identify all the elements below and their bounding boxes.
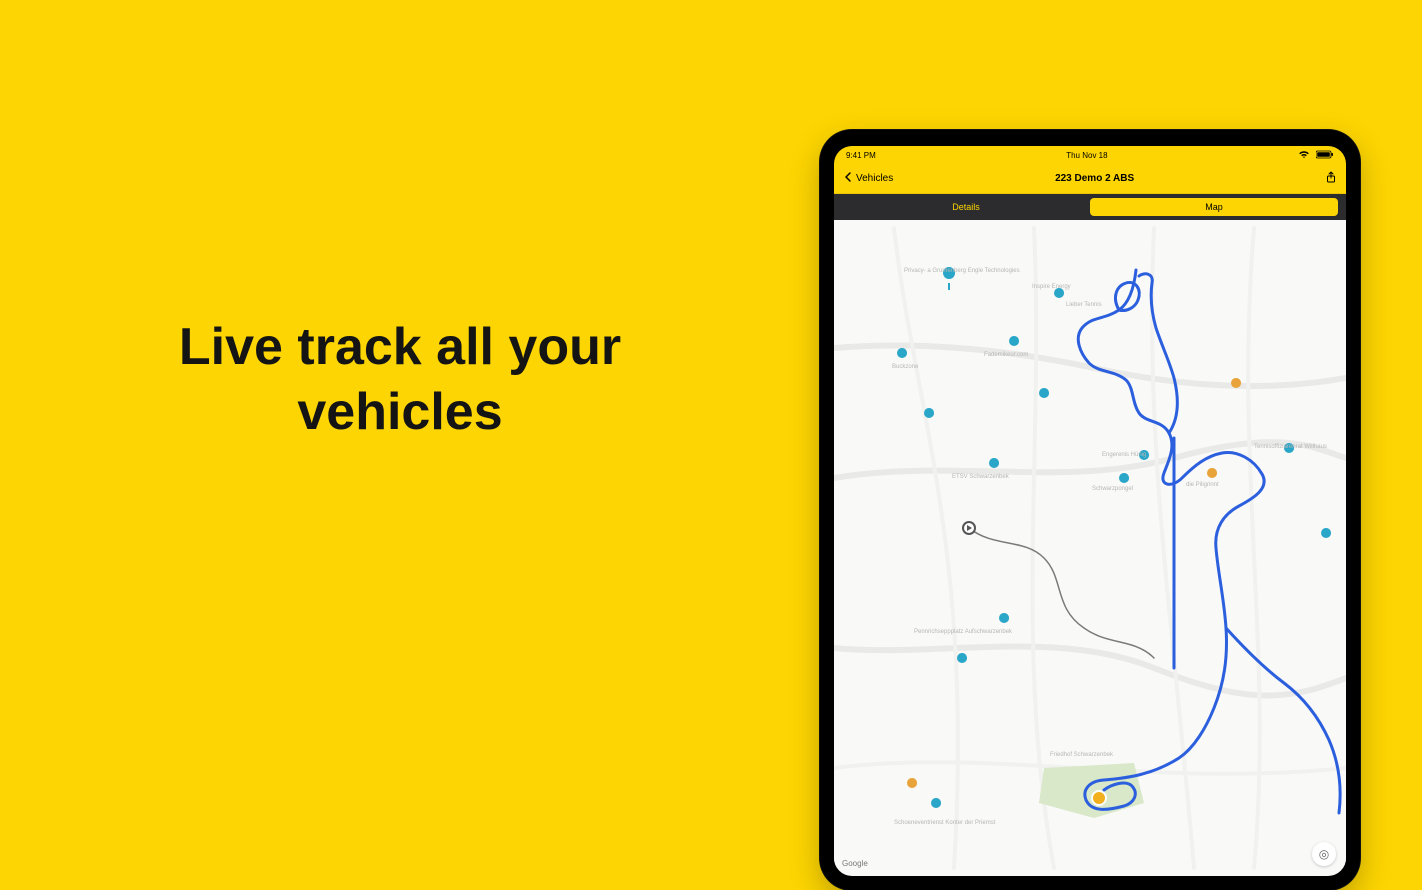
svg-text:Schwarzpongel: Schwarzpongel bbox=[1092, 486, 1133, 492]
chevron-left-icon bbox=[844, 172, 852, 185]
back-label: Vehicles bbox=[856, 173, 893, 184]
status-time: 9:41 PM bbox=[846, 151, 876, 160]
map-attribution: Google bbox=[842, 859, 868, 868]
segment-details[interactable]: Details bbox=[842, 198, 1090, 216]
status-date: Thu Nov 18 bbox=[1066, 151, 1107, 160]
segment-map[interactable]: Map bbox=[1090, 198, 1338, 216]
map-view[interactable]: Privacy- a Grumenberg Engle Technologies… bbox=[834, 220, 1346, 876]
svg-text:Privacy- a Grumenberg Engle Te: Privacy- a Grumenberg Engle Technologies bbox=[904, 268, 1020, 274]
locate-icon: ◎ bbox=[1319, 847, 1329, 861]
svg-text:Schoeneventrienst Konter der P: Schoeneventrienst Konter der Priemst bbox=[894, 820, 996, 826]
svg-text:Engerenis Hünig: Engerenis Hünig bbox=[1102, 452, 1146, 458]
nav-action-button[interactable] bbox=[1296, 171, 1336, 186]
back-button[interactable]: Vehicles bbox=[844, 172, 893, 185]
tablet-device-frame: 9:41 PM Thu Nov 18 Vehicles 223 Demo 2 A… bbox=[820, 130, 1360, 890]
hero-headline: Live track all your vehicles bbox=[90, 315, 710, 445]
svg-text:Lieber Tennis: Lieber Tennis bbox=[1066, 302, 1102, 308]
locate-button[interactable]: ◎ bbox=[1312, 842, 1336, 866]
svg-text:die Piligrinnt: die Piligrinnt bbox=[1186, 482, 1219, 488]
svg-text:Buckzone: Buckzone bbox=[892, 364, 919, 370]
nav-bar: Vehicles 223 Demo 2 ABS bbox=[834, 164, 1346, 194]
tablet-screen: 9:41 PM Thu Nov 18 Vehicles 223 Demo 2 A… bbox=[834, 146, 1346, 876]
hero-section: Live track all your vehicles bbox=[0, 0, 800, 800]
svg-text:Friedhof Schwarzenbek: Friedhof Schwarzenbek bbox=[1050, 752, 1114, 758]
nav-title: 223 Demo 2 ABS bbox=[893, 173, 1296, 184]
svg-text:Pennrichseppplatz Aufschwarzen: Pennrichseppplatz Aufschwarzenbek bbox=[914, 629, 1013, 635]
segment-control: Details Map bbox=[834, 194, 1346, 220]
svg-text:Tennisoffiziarenrat Willhaus: Tennisoffiziarenrat Willhaus bbox=[1254, 444, 1327, 450]
svg-text:ETSV Schwarzenbek: ETSV Schwarzenbek bbox=[952, 474, 1010, 480]
status-bar: 9:41 PM Thu Nov 18 bbox=[834, 146, 1346, 164]
wifi-icon bbox=[1298, 150, 1310, 161]
svg-text:Inspire Energy: Inspire Energy bbox=[1032, 284, 1071, 290]
battery-icon bbox=[1316, 150, 1334, 161]
map-svg: Privacy- a Grumenberg Engle Technologies… bbox=[834, 220, 1346, 876]
svg-text:Fademikeur.com: Fademikeur.com bbox=[984, 352, 1028, 358]
share-icon bbox=[1326, 175, 1336, 186]
status-right bbox=[1298, 150, 1334, 161]
